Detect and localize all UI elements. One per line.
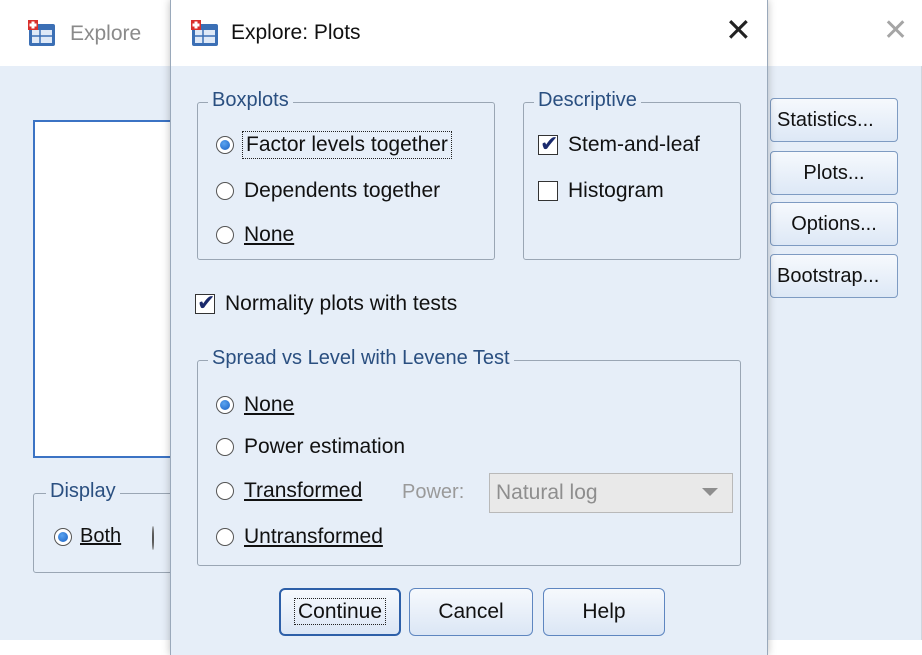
spread-option-untransformed[interactable]: Untransformed: [216, 525, 383, 549]
stem-and-leaf-option[interactable]: Stem-and-leaf: [538, 132, 700, 157]
spread-vs-level-group: Spread vs Level with Levene Test None Po…: [197, 347, 741, 566]
display-group: Display Both: [33, 480, 193, 573]
explore-close-icon[interactable]: ✕: [883, 16, 908, 46]
normality-plots-checkbox[interactable]: [195, 291, 215, 316]
power-label: Power:: [402, 481, 465, 503]
display-both-label: Both: [80, 525, 122, 547]
transformed-radio[interactable]: [216, 482, 234, 500]
boxplots-option-factor-levels[interactable]: Factor levels together: [216, 131, 452, 159]
boxplots-none-label: None: [244, 223, 295, 246]
transformed-label: Transformed: [244, 479, 363, 502]
normality-plots-option[interactable]: Normality plots with tests: [195, 291, 458, 316]
chevron-down-icon: [702, 488, 718, 496]
descriptive-legend: Descriptive: [534, 89, 641, 112]
explore-plots-dialog: Explore: Plots ✕ Boxplots Factor levels …: [170, 0, 768, 655]
continue-button[interactable]: Continue: [279, 588, 401, 636]
stem-and-leaf-label: Stem-and-leaf: [568, 133, 700, 156]
spread-none-radio[interactable]: [216, 396, 234, 414]
power-select-value: Natural log: [496, 481, 598, 504]
dependents-label: Dependents together: [244, 179, 441, 202]
histogram-label: Histogram: [568, 179, 664, 202]
stem-and-leaf-checkbox[interactable]: [538, 132, 558, 157]
descriptive-group: Descriptive Stem-and-leaf Histogram: [523, 89, 741, 260]
power-estimation-label: Power estimation: [244, 435, 406, 458]
spread-option-transformed[interactable]: Transformed: [216, 479, 362, 503]
spread-vs-level-legend: Spread vs Level with Levene Test: [208, 347, 514, 370]
help-button[interactable]: Help: [543, 588, 665, 636]
untransformed-label: Untransformed: [244, 525, 383, 548]
boxplots-option-none[interactable]: None: [216, 223, 294, 247]
display-both-option[interactable]: Both: [54, 525, 121, 548]
spss-app-icon: [28, 20, 55, 46]
power-estimation-radio[interactable]: [216, 438, 234, 456]
spread-none-label: None: [244, 393, 295, 416]
statistics-button[interactable]: Statistics...: [770, 98, 898, 142]
boxplots-group: Boxplots Factor levels together Dependen…: [197, 89, 495, 260]
plots-dialog-close-icon[interactable]: ✕: [725, 14, 752, 46]
histogram-checkbox[interactable]: [538, 181, 558, 201]
explore-window-title: Explore: [70, 22, 142, 45]
bootstrap-button[interactable]: Bootstrap...: [770, 254, 898, 298]
histogram-option[interactable]: Histogram: [538, 179, 664, 203]
power-select[interactable]: Natural log: [489, 473, 733, 513]
boxplots-option-dependents[interactable]: Dependents together: [216, 179, 440, 203]
cancel-button[interactable]: Cancel: [409, 588, 533, 636]
display-second-radio[interactable]: [152, 526, 154, 550]
options-button[interactable]: Options...: [770, 202, 898, 246]
boxplots-none-radio[interactable]: [216, 226, 234, 244]
factor-levels-radio[interactable]: [216, 136, 234, 154]
continue-button-label: Continue: [293, 598, 387, 625]
untransformed-radio[interactable]: [216, 528, 234, 546]
dependents-radio[interactable]: [216, 182, 234, 200]
display-legend: Display: [46, 480, 120, 503]
boxplots-legend: Boxplots: [208, 89, 293, 112]
plots-dialog-titlebar: Explore: Plots ✕: [171, 0, 767, 66]
plots-dialog-title: Explore: Plots: [231, 21, 361, 44]
spread-option-power-estimation[interactable]: Power estimation: [216, 435, 405, 459]
spss-app-icon: [191, 20, 218, 46]
display-both-radio[interactable]: [54, 527, 72, 546]
normality-plots-label: Normality plots with tests: [225, 292, 458, 315]
factor-levels-label: Factor levels together: [242, 131, 452, 159]
spread-option-none[interactable]: None: [216, 393, 294, 417]
plots-button[interactable]: Plots...: [770, 151, 898, 195]
variables-listbox[interactable]: [33, 120, 183, 458]
